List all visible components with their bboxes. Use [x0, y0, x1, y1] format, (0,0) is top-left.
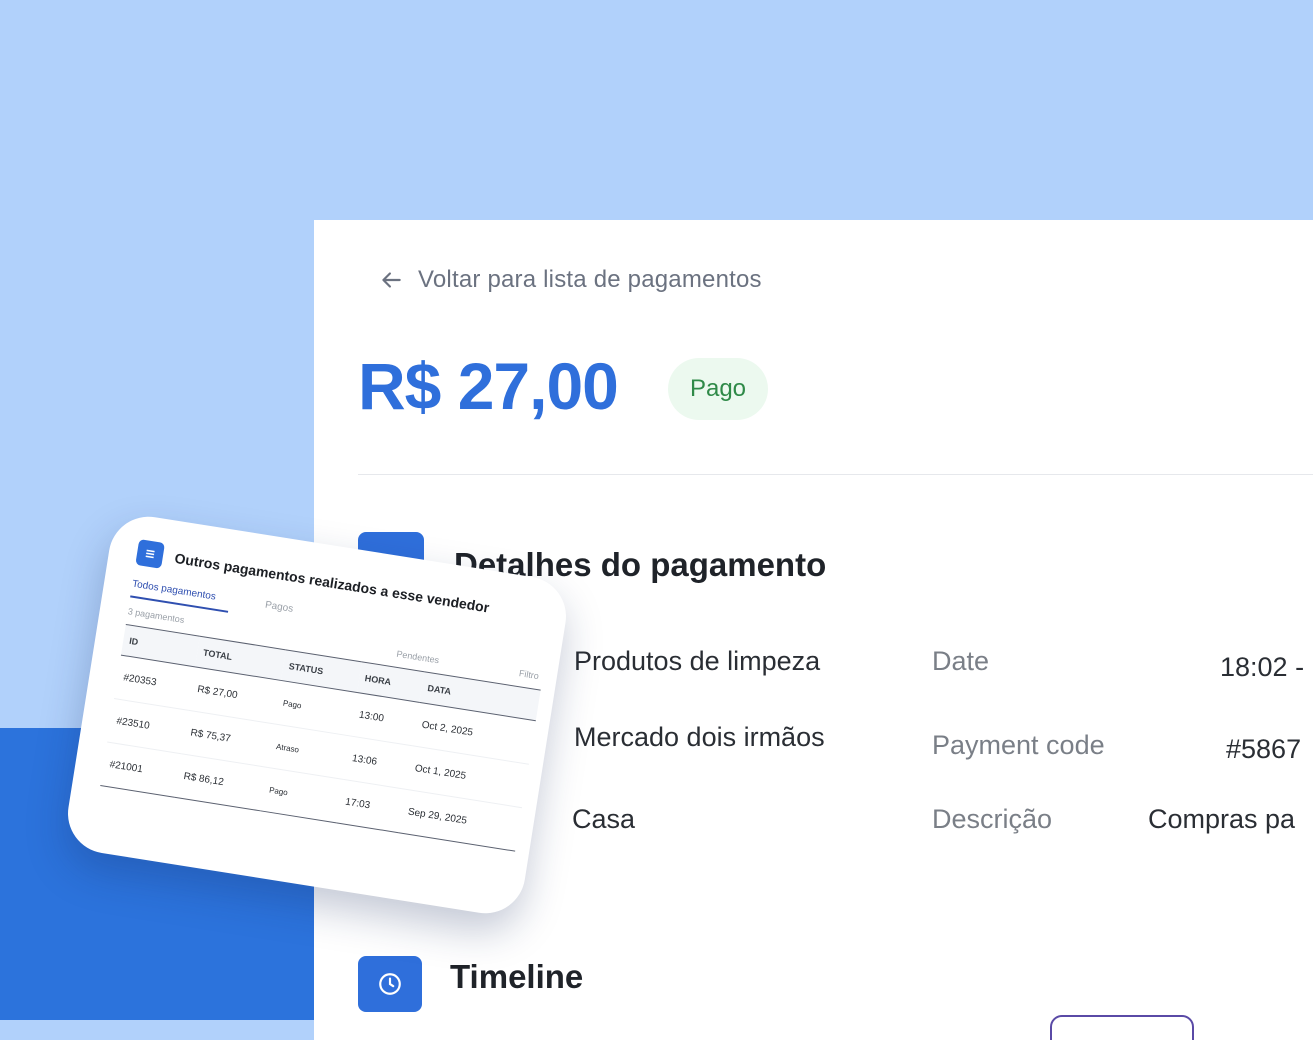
card-filter-label[interactable]: Filtro — [518, 668, 539, 681]
detail-item-merchant: Mercado dois irmãos — [574, 722, 825, 752]
list-glyph-icon — [145, 549, 155, 559]
payments-table: ID TOTAL STATUS HORA DATA #20353 R$ 27,0… — [100, 624, 541, 852]
detail-item-tag: Casa — [572, 804, 636, 834]
card-count: 3 pagamentos — [127, 606, 186, 626]
field-value-description: Compras pa — [1148, 804, 1296, 834]
divider — [358, 474, 1313, 475]
payment-amount: R$ 27,00 — [358, 349, 619, 423]
back-link-label: Voltar para lista de pagamentos — [418, 266, 762, 293]
field-label-payment-code: Payment code — [932, 730, 1105, 760]
section-title-timeline: Timeline — [450, 958, 584, 995]
card-pending-label[interactable]: Pendentes — [396, 649, 440, 666]
field-value-date: 18:02 - — [1220, 652, 1305, 682]
other-payments-card: Outros pagamentos realizados a esse vend… — [62, 510, 572, 920]
field-value-payment-code: #5867 — [1226, 734, 1302, 764]
field-label-date: Date — [932, 646, 990, 676]
status-badge: Pago — [668, 358, 768, 420]
back-link[interactable]: Voltar para lista de pagamentos — [378, 266, 762, 294]
clock-glyph-icon — [379, 973, 401, 995]
cell-hora: 17:03 — [335, 779, 406, 833]
field-label-description: Descrição — [932, 804, 1053, 834]
tab-paid[interactable]: Pagos — [263, 600, 294, 623]
tab-all-payments[interactable]: Todos pagamentos — [130, 578, 231, 613]
clock-icon — [358, 956, 422, 1012]
detail-item-category: Produtos de limpeza — [574, 646, 821, 676]
list-icon — [135, 539, 166, 569]
arrow-left-icon — [382, 272, 401, 288]
timeline-filter-pill[interactable] — [1050, 1015, 1194, 1040]
